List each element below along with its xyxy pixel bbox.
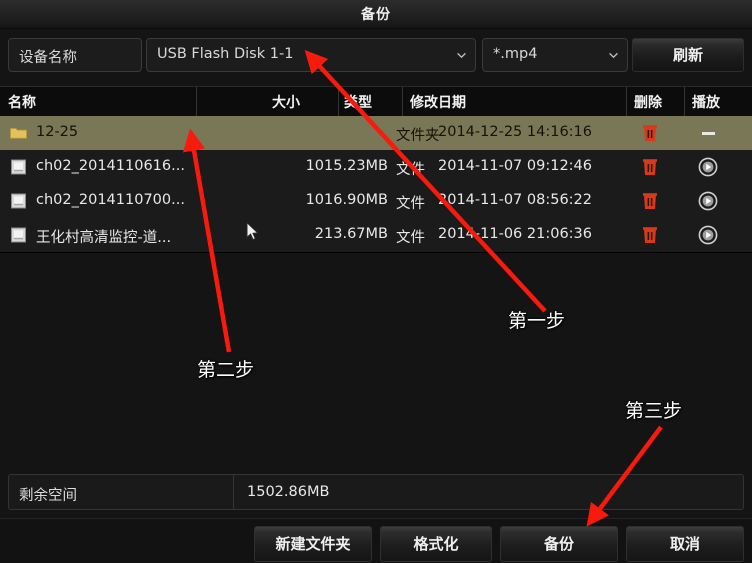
new-folder-button[interactable]: 新建文件夹 bbox=[254, 526, 372, 562]
row-size: 213.67MB bbox=[314, 226, 388, 242]
delete-button[interactable] bbox=[633, 124, 667, 142]
dash-icon bbox=[701, 132, 715, 135]
delete-button[interactable] bbox=[633, 158, 667, 176]
column-header-type[interactable]: 类型 bbox=[344, 92, 372, 112]
column-divider bbox=[402, 87, 403, 116]
play-button[interactable] bbox=[690, 225, 726, 245]
play-button[interactable] bbox=[690, 157, 726, 177]
table-row[interactable]: 王化村高清监控-道... 213.67MB 文件 2014-11-06 21:0… bbox=[0, 218, 752, 253]
column-divider bbox=[196, 87, 197, 116]
table-row[interactable]: ch02_2014110616... 1015.23MB 文件 2014-11-… bbox=[0, 150, 752, 185]
dialog-button-bar: 新建文件夹 格式化 备份 取消 bbox=[0, 518, 752, 563]
row-type: 文件 bbox=[396, 230, 425, 246]
play-button[interactable] bbox=[690, 191, 726, 211]
row-type: 文件夹 bbox=[396, 128, 440, 144]
row-size: 1016.90MB bbox=[305, 192, 388, 208]
column-divider bbox=[626, 87, 627, 116]
play-placeholder bbox=[690, 123, 726, 143]
row-date: 2014-11-06 21:06:36 bbox=[438, 226, 592, 242]
free-space-label: 剩余空间 bbox=[19, 488, 77, 504]
column-header-date[interactable]: 修改日期 bbox=[410, 92, 466, 112]
column-divider bbox=[684, 87, 685, 116]
backup-dialog: 备份 设备名称 USB Flash Disk 1-1 *.mp4 刷新 名称 大… bbox=[0, 0, 752, 563]
table-row[interactable]: ch02_2014110700... 1016.90MB 文件 2014-11-… bbox=[0, 184, 752, 219]
backup-button[interactable]: 备份 bbox=[500, 526, 618, 562]
format-button[interactable]: 格式化 bbox=[380, 526, 492, 562]
free-space-value: 1502.86MB bbox=[247, 484, 330, 500]
refresh-button[interactable]: 刷新 bbox=[632, 38, 744, 72]
column-header-size[interactable]: 大小 bbox=[272, 92, 300, 112]
chevron-down-icon bbox=[457, 51, 466, 60]
table-row[interactable]: 12-25 文件夹 2014-12-25 14:16:16 bbox=[0, 116, 752, 151]
row-type: 文件 bbox=[396, 196, 425, 212]
device-toolbar: 设备名称 USB Flash Disk 1-1 *.mp4 刷新 bbox=[0, 29, 752, 81]
device-name-label: 设备名称 bbox=[19, 50, 77, 66]
row-type: 文件 bbox=[396, 162, 425, 178]
annotation-label-step1: 第一步 bbox=[508, 310, 566, 332]
delete-button[interactable] bbox=[633, 192, 667, 210]
file-table-header: 名称 大小 类型 修改日期 删除 播放 bbox=[0, 86, 752, 117]
page-title: 备份 bbox=[361, 7, 391, 23]
device-name-label-box: 设备名称 bbox=[8, 38, 142, 72]
folder-icon bbox=[10, 125, 27, 141]
free-space-bar: 剩余空间 1502.86MB bbox=[8, 474, 744, 510]
column-header-name[interactable]: 名称 bbox=[8, 92, 36, 112]
column-header-play[interactable]: 播放 bbox=[692, 92, 720, 112]
cancel-button[interactable]: 取消 bbox=[626, 526, 744, 562]
window-titlebar: 备份 bbox=[0, 0, 752, 29]
mouse-cursor bbox=[246, 221, 260, 242]
annotation-label-step2: 第二步 bbox=[197, 359, 255, 381]
file-list-empty-area bbox=[0, 252, 752, 464]
annotation-label-step3: 第三步 bbox=[625, 400, 683, 422]
file-icon bbox=[10, 159, 27, 175]
chevron-down-icon bbox=[609, 51, 618, 60]
row-name: 王化村高清监控-道... bbox=[36, 230, 172, 246]
free-space-divider bbox=[233, 475, 234, 509]
row-date: 2014-11-07 08:56:22 bbox=[438, 192, 592, 208]
file-type-value: *.mp4 bbox=[493, 46, 538, 62]
column-divider bbox=[338, 87, 339, 116]
row-name: 12-25 bbox=[36, 124, 79, 140]
row-date: 2014-12-25 14:16:16 bbox=[438, 124, 592, 140]
column-header-delete[interactable]: 删除 bbox=[634, 92, 662, 112]
delete-button[interactable] bbox=[633, 226, 667, 244]
row-date: 2014-11-07 09:12:46 bbox=[438, 158, 592, 174]
device-select[interactable]: USB Flash Disk 1-1 bbox=[146, 38, 476, 72]
row-size: 1015.23MB bbox=[305, 158, 388, 174]
file-icon bbox=[10, 193, 27, 209]
device-select-value: USB Flash Disk 1-1 bbox=[157, 46, 294, 62]
row-name: ch02_2014110616... bbox=[36, 158, 185, 174]
row-name: ch02_2014110700... bbox=[36, 192, 185, 208]
file-icon bbox=[10, 227, 27, 243]
file-type-select[interactable]: *.mp4 bbox=[482, 38, 628, 72]
